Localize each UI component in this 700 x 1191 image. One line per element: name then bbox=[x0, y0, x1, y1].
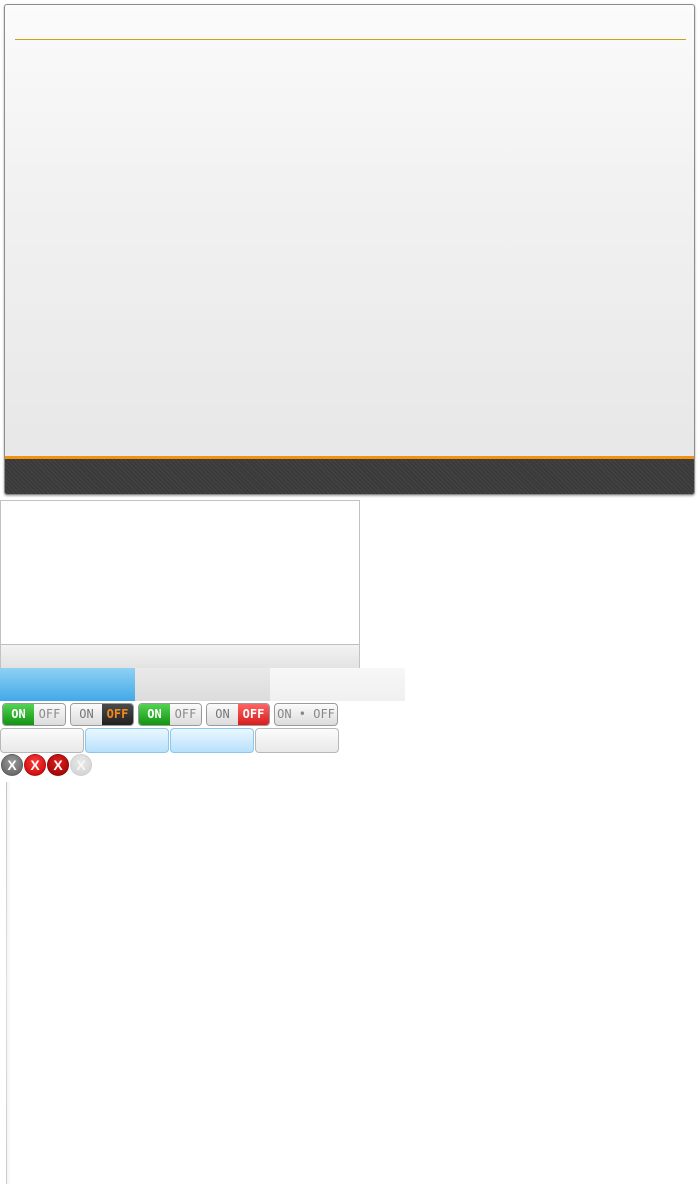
panel-footer-bar bbox=[5, 456, 694, 494]
toggle-switch-green-on[interactable]: ON OFF bbox=[2, 703, 66, 726]
vertical-scroll-rail[interactable] bbox=[6, 782, 11, 1184]
button-blue-2[interactable] bbox=[170, 728, 254, 753]
toggle-on-label: ON bbox=[3, 704, 34, 725]
content-box bbox=[0, 500, 360, 668]
toggle-switch-dark-off[interactable]: ON OFF bbox=[70, 703, 134, 726]
close-icon-gray[interactable]: X bbox=[1, 754, 23, 776]
toggle-switch-disabled[interactable]: ON • OFF bbox=[274, 703, 338, 726]
toggle-switch-red-off[interactable]: ON OFF bbox=[206, 703, 270, 726]
close-icon-disabled[interactable]: X bbox=[70, 754, 92, 776]
content-box-toolbar bbox=[1, 644, 359, 668]
toggle-off-label: OFF bbox=[102, 704, 133, 725]
toggle-on-label: ON bbox=[139, 704, 170, 725]
button-gray-1[interactable] bbox=[0, 728, 84, 753]
toggle-on-label: ON bbox=[207, 704, 238, 725]
toggle-on-label: ON bbox=[71, 704, 102, 725]
segment-3[interactable] bbox=[270, 668, 405, 701]
button-blue-1[interactable] bbox=[85, 728, 169, 753]
toggle-combined-label: ON • OFF bbox=[277, 707, 335, 721]
segment-2[interactable] bbox=[135, 668, 270, 701]
toggle-off-label: OFF bbox=[170, 704, 201, 725]
button-gray-2[interactable] bbox=[255, 728, 339, 753]
toggle-off-label: OFF bbox=[34, 704, 65, 725]
segment-1-active[interactable] bbox=[0, 668, 135, 701]
toggle-off-label: OFF bbox=[238, 704, 269, 725]
header-divider bbox=[15, 39, 686, 40]
toggle-switch-green-on[interactable]: ON OFF bbox=[138, 703, 202, 726]
main-panel bbox=[4, 4, 695, 495]
close-icon-red[interactable]: X bbox=[24, 754, 46, 776]
close-icon-dark-red[interactable]: X bbox=[47, 754, 69, 776]
